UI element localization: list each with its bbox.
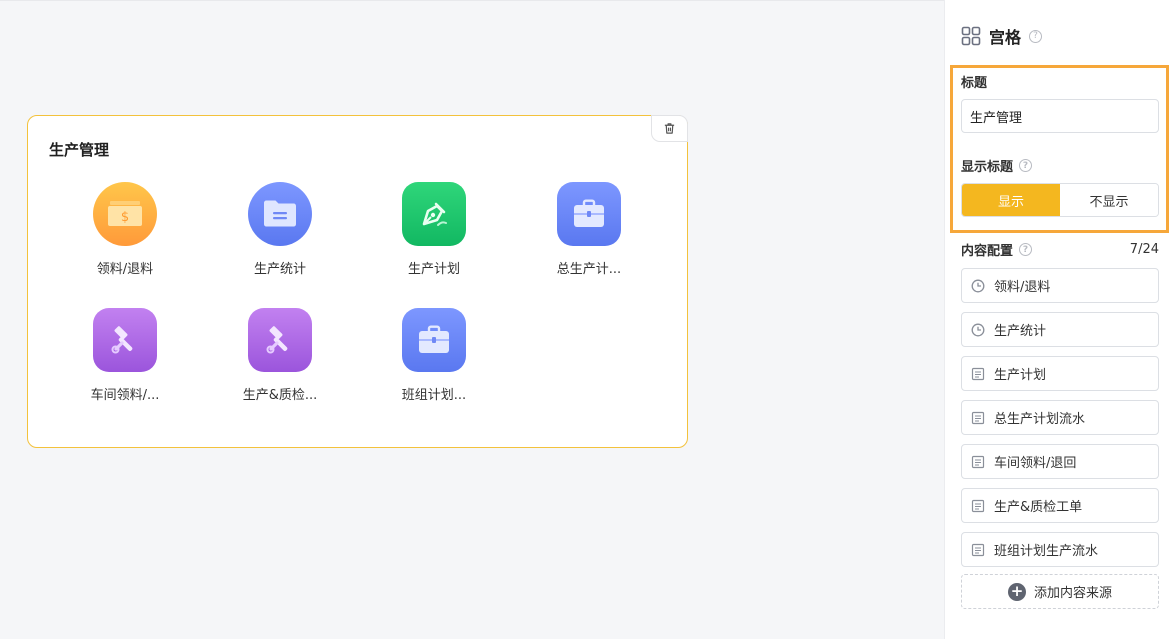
document-icon [971, 499, 985, 512]
source-item[interactable]: 生产统计 [961, 312, 1159, 347]
panel-title: 宫格 [989, 28, 1022, 47]
hide-option-button[interactable]: 不显示 [1060, 184, 1158, 216]
source-item[interactable]: 生产计划 [961, 356, 1159, 391]
source-item[interactable]: 班组计划生产流水 [961, 532, 1159, 567]
source-item[interactable]: 生产&质检工单 [961, 488, 1159, 523]
folder-icon [248, 182, 312, 246]
grid-item-banzu-jihua[interactable]: 班组计划... [374, 308, 494, 403]
grid-item-lingliao[interactable]: $ 领料/退料 [65, 182, 185, 277]
toolbox-icon [557, 182, 621, 246]
source-item-label: 领料/退料 [994, 280, 1051, 295]
source-item[interactable]: 车间领料/退回 [961, 444, 1159, 479]
grid-item-label: 领料/退料 [96, 262, 154, 277]
clock-icon [971, 279, 985, 292]
source-item-label: 生产&质检工单 [994, 500, 1083, 515]
source-item[interactable]: 领料/退料 [961, 268, 1159, 303]
hammer-wrench-icon [248, 308, 312, 372]
source-item-label: 生产计划 [994, 368, 1047, 383]
grid-item-shengchan-zhijian[interactable]: 生产&质检... [220, 308, 340, 403]
grid-item-label: 班组计划... [401, 388, 467, 403]
money-card-icon: $ [93, 182, 157, 246]
grid-icon [961, 26, 981, 46]
grid-item-zong-shengchan-jihua[interactable]: 总生产计... [529, 182, 649, 277]
show-title-label: 显示标题 ? [961, 156, 1033, 175]
hammer-wrench-icon [93, 308, 157, 372]
clock-icon [971, 323, 985, 336]
content-count: 7/24 [1129, 242, 1159, 257]
toolbox-icon [402, 308, 466, 372]
delete-button[interactable] [651, 115, 688, 142]
grid-item-shengchan-jihua[interactable]: 生产计划 [374, 182, 494, 277]
svg-text:$: $ [121, 210, 129, 225]
add-source-label: 添加内容来源 [1033, 586, 1112, 601]
pen-nib-icon [402, 182, 466, 246]
content-config-label: 内容配置 ? [961, 240, 1033, 259]
add-source-button[interactable]: + 添加内容来源 [961, 574, 1159, 609]
grid-item-chejian-lingliao[interactable]: 车间领料/... [65, 308, 185, 403]
document-icon [971, 367, 985, 380]
panel-header: 宫格 ? [961, 24, 1043, 48]
grid-item-label: 生产计划 [407, 262, 460, 277]
card-title: 生产管理 [49, 141, 110, 159]
show-title-toggle[interactable]: 显示 不显示 [961, 183, 1159, 217]
properties-panel: 宫格 ? 标题 显示标题 ? 显示 不显示 内容配置 ? 7/24 领料/退料 … [944, 0, 1174, 639]
title-label-text: 标题 [961, 76, 988, 91]
source-item-label: 车间领料/退回 [994, 456, 1077, 471]
grid-item-shengchan-tongji[interactable]: 生产统计 [220, 182, 340, 277]
source-item-label: 总生产计划流水 [994, 412, 1086, 427]
grid-item-label: 车间领料/... [90, 388, 160, 403]
grid-item-label: 生产统计 [253, 262, 306, 277]
document-icon [971, 411, 985, 424]
grid-item-label: 生产&质检... [242, 388, 318, 403]
grid-card[interactable]: 生产管理 $ 领料/退料 生产统计 生产计划 总生产计... 车间领料/... … [27, 115, 688, 448]
canvas-area: 生产管理 $ 领料/退料 生产统计 生产计划 总生产计... 车间领料/... … [0, 0, 944, 639]
plus-icon: + [1007, 582, 1026, 601]
show-option-button[interactable]: 显示 [962, 184, 1060, 216]
grid-item-label: 总生产计... [556, 262, 622, 277]
help-icon[interactable]: ? [1029, 29, 1043, 43]
help-icon[interactable]: ? [1019, 159, 1033, 172]
show-title-label-text: 显示标题 [961, 160, 1014, 175]
content-config-header: 内容配置 ? 7/24 [961, 240, 1159, 259]
document-icon [971, 455, 985, 468]
help-icon[interactable]: ? [1019, 243, 1033, 256]
title-input[interactable] [961, 99, 1159, 133]
title-field-label: 标题 [961, 72, 987, 91]
document-icon [971, 543, 985, 556]
source-item-label: 班组计划生产流水 [994, 544, 1099, 559]
source-item[interactable]: 总生产计划流水 [961, 400, 1159, 435]
source-item-label: 生产统计 [994, 324, 1047, 339]
trash-icon [664, 123, 675, 134]
content-config-label-text: 内容配置 [961, 244, 1014, 259]
